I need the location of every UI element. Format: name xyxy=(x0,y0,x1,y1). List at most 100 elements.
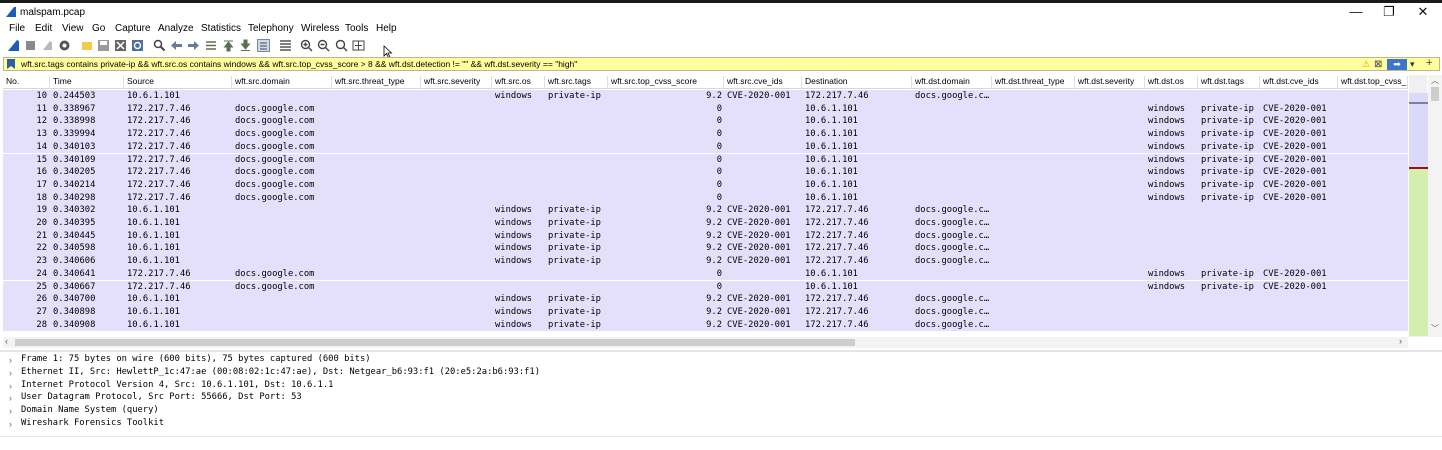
first-packet-icon[interactable] xyxy=(222,39,235,52)
column-header-no[interactable]: No. xyxy=(3,76,50,89)
expand-chevron-icon[interactable]: › xyxy=(9,406,12,416)
packet-row[interactable]: 24 0.340641 172.217.7.46 docs.google.com 0 10… xyxy=(3,267,1408,281)
column-header-dst-domain[interactable]: wft.dst.domain xyxy=(912,76,992,89)
filter-dropdown-chevron-icon[interactable]: ▾ xyxy=(1410,59,1415,70)
column-header-time[interactable]: Time xyxy=(50,76,124,89)
open-folder-icon[interactable] xyxy=(81,39,94,52)
menu-go[interactable]: Go xyxy=(92,23,105,34)
expand-chevron-icon[interactable]: › xyxy=(9,368,12,378)
column-header-source[interactable]: Source xyxy=(124,76,232,89)
menu-help[interactable]: Help xyxy=(376,23,397,34)
menu-analyze[interactable]: Analyze xyxy=(158,23,194,34)
scroll-left-chevron-icon[interactable]: ‹ xyxy=(5,336,8,346)
menu-edit[interactable]: Edit xyxy=(35,23,52,34)
column-header-dst-severity[interactable]: wft.dst.severity xyxy=(1075,76,1145,89)
minimize-button[interactable]: — xyxy=(1339,3,1373,21)
packet-row[interactable]: 13 0.339994 172.217.7.46 docs.google.com 0 10… xyxy=(3,128,1408,141)
zoom-in-icon[interactable] xyxy=(300,39,313,52)
clear-filter-icon[interactable]: ⊠ xyxy=(1374,59,1382,70)
packet-row[interactable]: 10 0.244503 10.6.1.101 windows private-ip 9.2… xyxy=(3,90,1408,103)
packet-list-minimap[interactable] xyxy=(1409,93,1428,336)
expand-chevron-icon[interactable]: › xyxy=(9,419,12,429)
detail-tree-item[interactable]: › Domain Name System (query) xyxy=(3,404,1440,417)
detail-tree-item[interactable]: › Frame 1: 75 bytes on wire (600 bits), 7… xyxy=(3,353,1440,366)
menu-telephony[interactable]: Telephony xyxy=(248,23,294,34)
last-packet-icon[interactable] xyxy=(239,39,252,52)
packet-list[interactable]: No. Time Source wft.src.domain wft.src.threa… xyxy=(3,75,1408,337)
horizontal-scroll-thumb[interactable] xyxy=(15,339,855,346)
autoscroll-icon[interactable] xyxy=(257,39,270,52)
expand-chevron-icon[interactable]: › xyxy=(9,355,12,365)
maximize-button[interactable]: ❐ xyxy=(1372,3,1406,21)
column-header-src-threat-type[interactable]: wft.src.threat_type xyxy=(332,76,421,89)
horizontal-scrollbar[interactable]: ‹ › xyxy=(3,336,1408,348)
display-filter-bar[interactable]: wft.src.tags contains private-ip && wft.… xyxy=(3,57,1440,71)
menu-view[interactable]: View xyxy=(62,23,84,34)
title-bar[interactable]: malspam.pcap — ❐ ✕ xyxy=(0,3,1442,21)
colorize-icon[interactable] xyxy=(279,39,292,52)
go-forward-icon[interactable] xyxy=(187,39,200,52)
packet-row[interactable]: 22 0.340598 10.6.1.101 windows private-ip 9.2… xyxy=(3,242,1408,256)
packet-row[interactable]: 26 0.340700 10.6.1.101 windows private-ip 9.2… xyxy=(3,293,1408,306)
packet-row[interactable]: 17 0.340214 172.217.7.46 docs.google.com 0 10… xyxy=(3,178,1408,192)
detail-tree-item[interactable]: › Wireshark Forensics Toolkit xyxy=(3,417,1440,430)
vertical-scrollbar[interactable]: ︿ ﹀ xyxy=(1428,75,1442,337)
go-to-packet-icon[interactable] xyxy=(205,39,218,52)
packet-details-pane[interactable]: › Frame 1: 75 bytes on wire (600 bits), 7… xyxy=(3,353,1440,433)
column-header-src-os[interactable]: wft.src.os xyxy=(492,76,545,89)
filter-bookmark-icon[interactable] xyxy=(7,59,15,69)
column-header-dst-cve-ids[interactable]: wft.dst.cve_ids xyxy=(1260,76,1338,89)
column-header-src-tags[interactable]: wft.src.tags xyxy=(545,76,608,89)
menu-capture[interactable]: Capture xyxy=(115,23,151,34)
menu-file[interactable]: File xyxy=(9,23,25,34)
packet-row[interactable]: 20 0.340395 10.6.1.101 windows private-ip 9.2… xyxy=(3,217,1408,230)
column-header-src-top-cvss-score[interactable]: wft.src.top_cvss_score xyxy=(608,76,724,89)
stop-icon[interactable] xyxy=(24,39,37,52)
zoom-normal-icon[interactable] xyxy=(335,39,348,52)
go-back-icon[interactable] xyxy=(170,39,183,52)
add-filter-button[interactable]: + xyxy=(1426,57,1432,69)
reload-icon[interactable] xyxy=(131,39,144,52)
packet-row[interactable]: 21 0.340445 10.6.1.101 windows private-ip 9.2… xyxy=(3,229,1408,243)
scroll-down-chevron-icon[interactable]: ﹀ xyxy=(1431,323,1439,334)
packet-row[interactable]: 12 0.338998 172.217.7.46 docs.google.com 0 10… xyxy=(3,115,1408,129)
packet-row[interactable]: 11 0.338967 172.217.7.46 docs.google.com 0 10… xyxy=(3,102,1408,116)
find-icon[interactable] xyxy=(153,39,166,52)
expand-chevron-icon[interactable]: › xyxy=(9,381,12,391)
column-header-destination[interactable]: Destination xyxy=(802,76,912,89)
menu-tools[interactable]: Tools xyxy=(345,23,368,34)
column-header-dst-tags[interactable]: wft.dst.tags xyxy=(1198,76,1260,89)
detail-tree-item[interactable]: › Ethernet II, Src: HewlettP_1c:47:ae (00… xyxy=(3,366,1440,379)
menu-wireless[interactable]: Wireless xyxy=(301,23,339,34)
column-header-src-severity[interactable]: wft.src.severity xyxy=(421,76,492,89)
pane-splitter[interactable] xyxy=(0,350,1442,352)
restart-icon[interactable] xyxy=(41,39,54,52)
packet-row[interactable]: 16 0.340205 172.217.7.46 docs.google.com 0 10… xyxy=(3,166,1408,179)
vertical-scroll-thumb[interactable] xyxy=(1431,87,1439,101)
packet-row[interactable]: 18 0.340298 172.217.7.46 docs.google.com 0 10… xyxy=(3,191,1408,205)
options-gear-icon[interactable] xyxy=(58,39,71,52)
save-icon[interactable] xyxy=(97,39,110,52)
close-window-button[interactable]: ✕ xyxy=(1406,3,1440,21)
display-filter-input[interactable]: wft.src.tags contains private-ip && wft.… xyxy=(21,59,577,69)
apply-filter-arrow-icon[interactable]: ➡ xyxy=(1387,59,1407,70)
packet-row[interactable]: 14 0.340103 172.217.7.46 docs.google.com 0 10… xyxy=(3,140,1408,154)
packet-row[interactable]: 23 0.340606 10.6.1.101 windows private-ip 9.2… xyxy=(3,255,1408,268)
detail-tree-item[interactable]: › Internet Protocol Version 4, Src: 10.6.… xyxy=(3,379,1440,392)
column-header-dst-top-cvss[interactable]: wft.dst.top_cvss_ xyxy=(1338,76,1408,89)
packet-row[interactable]: 27 0.340898 10.6.1.101 windows private-ip 9.2… xyxy=(3,305,1408,319)
column-header-dst-os[interactable]: wft.dst.os xyxy=(1145,76,1198,89)
scroll-right-chevron-icon[interactable]: › xyxy=(1399,336,1402,346)
packet-row[interactable]: 28 0.340908 10.6.1.101 windows private-ip 9.2… xyxy=(3,318,1408,332)
packet-row[interactable]: 25 0.340667 172.217.7.46 docs.google.com 0 10… xyxy=(3,280,1408,294)
column-header-src-domain[interactable]: wft.src.domain xyxy=(232,76,332,89)
zoom-out-icon[interactable] xyxy=(317,39,330,52)
column-header-src-cve-ids[interactable]: wft.src.cve_ids xyxy=(724,76,802,89)
detail-tree-item[interactable]: › User Datagram Protocol, Src Port: 55666… xyxy=(3,391,1440,404)
shark-fin-start-icon[interactable] xyxy=(7,39,20,52)
expand-chevron-icon[interactable]: › xyxy=(9,393,12,403)
packet-row[interactable]: 19 0.340302 10.6.1.101 windows private-ip 9.2… xyxy=(3,204,1408,217)
close-file-icon[interactable] xyxy=(114,39,127,52)
menu-statistics[interactable]: Statistics xyxy=(201,23,241,34)
packet-row[interactable]: 15 0.340109 172.217.7.46 docs.google.com 0 10… xyxy=(3,153,1408,167)
